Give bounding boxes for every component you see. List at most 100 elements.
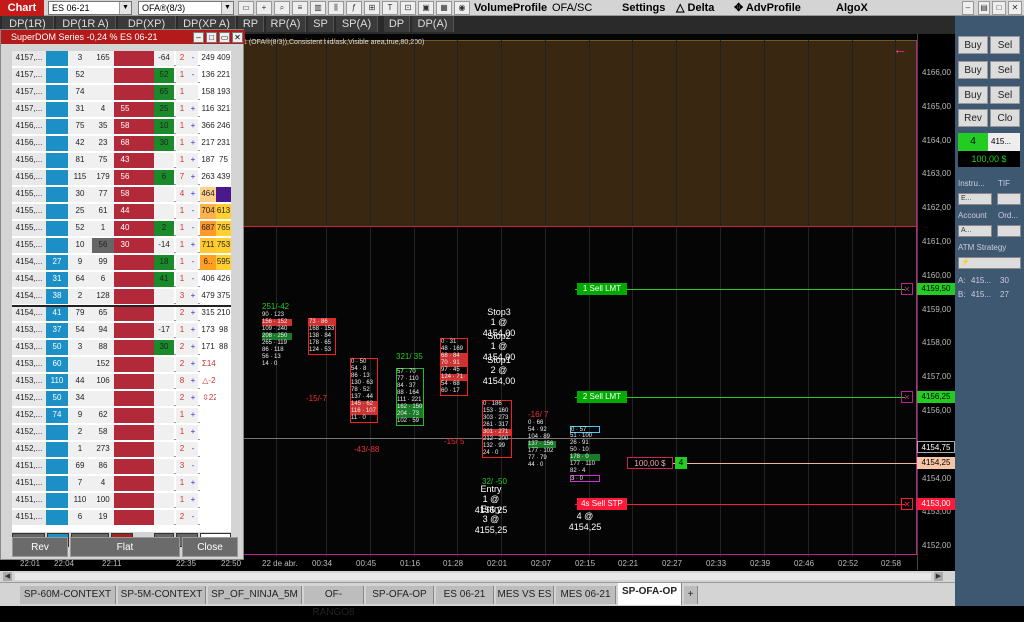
dom-row[interactable]: 4151,... 6 19 2-: [12, 510, 231, 525]
ask-depth-cell[interactable]: [136, 442, 154, 457]
dom-cell-buy[interactable]: 50: [46, 340, 68, 355]
ask-depth-cell[interactable]: [136, 136, 154, 151]
dom-cell-bid[interactable]: 40: [114, 221, 136, 236]
workspace-tab[interactable]: SP-OFA-OP: [618, 583, 682, 605]
ask-depth-cell[interactable]: [136, 476, 154, 491]
dom-cell-buy[interactable]: 27: [46, 255, 68, 270]
dom-cell-ask-sz[interactable]: 52: [68, 221, 92, 236]
dom-cell-bid[interactable]: [114, 323, 136, 338]
sell-stop-button[interactable]: Sel: [990, 86, 1020, 104]
algox-button[interactable]: AlgoX: [836, 1, 868, 15]
dom-cell-ask-sz[interactable]: 3: [68, 340, 92, 355]
dom-ladder[interactable]: 4157,... 3 165 -64 2-249 409 4157,... 52 52 1-136…: [12, 51, 231, 532]
dom-cell-ask[interactable]: 19: [92, 510, 114, 525]
ask-depth-cell[interactable]: [136, 119, 154, 134]
dom-cell-buy[interactable]: [46, 493, 68, 508]
dom-cell-ask-sz[interactable]: 110: [68, 493, 92, 508]
ask-depth-cell[interactable]: [136, 153, 154, 168]
dom-row[interactable]: 4151,... 69 86 3-: [12, 459, 231, 474]
dom-cell-ask-sz[interactable]: 44: [68, 374, 92, 389]
dom-cell-ask[interactable]: 88: [92, 340, 114, 355]
draw-tool-icon[interactable]: ▭: [238, 1, 254, 15]
ask-depth-cell[interactable]: [136, 170, 154, 185]
dom-row[interactable]: 4155,... 30 77 58 4 +464: [12, 187, 231, 202]
dom-row[interactable]: 4156,... 75 35 58 10 1 +366 246: [12, 119, 231, 134]
indicators-icon[interactable]: ƒ: [346, 1, 362, 15]
close-button[interactable]: Close: [182, 537, 238, 557]
dom-cell-ask[interactable]: 6: [92, 272, 114, 287]
close-icon[interactable]: ✕: [232, 32, 243, 43]
tab-dpa[interactable]: DP(A): [412, 16, 454, 32]
dom-cell-ask[interactable]: 23: [92, 136, 114, 151]
chevron-left-icon[interactable]: ◀: [3, 572, 12, 581]
ask-depth-cell[interactable]: [136, 51, 154, 66]
dom-cell-buy[interactable]: [46, 204, 68, 219]
dom-cell-ask[interactable]: 100: [92, 493, 114, 508]
dom-cell-buy[interactable]: [46, 102, 68, 117]
dom-cell-ask-sz[interactable]: 74: [68, 85, 92, 100]
order-label-3[interactable]: 4s Sell STP: [577, 498, 627, 510]
tab-rpa[interactable]: RP(A): [266, 16, 306, 32]
ask-depth-cell[interactable]: [136, 272, 154, 287]
adv-profile-button[interactable]: ✥ AdvProfile: [734, 1, 801, 15]
dom-cell-ask[interactable]: 128: [92, 289, 114, 304]
dom-cell-bid[interactable]: 43: [114, 153, 136, 168]
dom-cell-bid[interactable]: 58: [114, 187, 136, 202]
workspace-tab[interactable]: SP-60M-CONTEXT: [20, 586, 116, 604]
eye-icon[interactable]: ◉: [454, 1, 470, 15]
dom-row[interactable]: 4153,... 37 54 94 -17 1 +173 98: [12, 323, 231, 338]
dom-cell-buy[interactable]: [46, 476, 68, 491]
dom-cell-ask-sz[interactable]: 2: [68, 425, 92, 440]
cancel-order-icon[interactable]: ✕: [901, 283, 913, 295]
dom-cell-bid[interactable]: [114, 306, 136, 321]
ask-depth-cell[interactable]: [136, 187, 154, 202]
dom-cell-ask-sz[interactable]: 9: [68, 255, 92, 270]
cancel-order-icon[interactable]: ✕: [901, 498, 913, 510]
dom-cell-ask[interactable]: 65: [92, 306, 114, 321]
maximize-icon[interactable]: ▭: [219, 32, 230, 43]
dom-cell-ask[interactable]: 77: [92, 187, 114, 202]
dom-cell-bid[interactable]: [114, 357, 136, 372]
workspace-tab[interactable]: SP-OFA-OP: [366, 586, 434, 604]
dom-row[interactable]: 4151,... 7 4 1 +: [12, 476, 231, 491]
dom-cell-ask-sz[interactable]: 7: [68, 476, 92, 491]
dom-cell-ask[interactable]: [92, 391, 114, 406]
dom-cell-ask[interactable]: 99: [92, 255, 114, 270]
tab-dp[interactable]: DP: [384, 16, 410, 32]
dom-cell-buy[interactable]: [46, 153, 68, 168]
dom-cell-ask-sz[interactable]: 54: [68, 323, 92, 338]
dom-cell-buy[interactable]: [46, 85, 68, 100]
dom-cell-ask-sz[interactable]: 64: [68, 272, 92, 287]
ask-depth-cell[interactable]: [136, 374, 154, 389]
tif-select[interactable]: [997, 193, 1021, 205]
dom-cell-ask[interactable]: 75: [92, 153, 114, 168]
dom-cell-ask[interactable]: 165: [92, 51, 114, 66]
dom-cell-ask-sz[interactable]: 69: [68, 459, 92, 474]
ask-depth-cell[interactable]: [136, 221, 154, 236]
dom-cell-ask-sz[interactable]: 2: [68, 289, 92, 304]
dom-cell-bid[interactable]: [114, 476, 136, 491]
sell-limit-button[interactable]: Sel: [990, 61, 1020, 79]
dom-cell-ask-sz[interactable]: 81: [68, 153, 92, 168]
atm-strategy-select[interactable]: ⚡: [958, 257, 1021, 269]
tab-sp[interactable]: SP: [308, 16, 334, 32]
dom-row[interactable]: 4157,... 31 4 55 25 1 +116 321: [12, 102, 231, 117]
dom-cell-buy[interactable]: 37: [46, 323, 68, 338]
dom-cell-ask-sz[interactable]: 30: [68, 187, 92, 202]
add-tab-button[interactable]: +: [684, 586, 698, 604]
dom-cell-bid[interactable]: [114, 408, 136, 423]
workspace-tab[interactable]: MES VS ES: [496, 586, 554, 604]
dom-cell-bid[interactable]: 58: [114, 119, 136, 134]
dom-row[interactable]: 4153,...110441068+△-207..: [12, 374, 231, 389]
dom-cell-bid[interactable]: [114, 272, 136, 287]
ask-depth-cell[interactable]: [136, 102, 154, 117]
dom-row[interactable]: 4157,... 52 52 1-136 221: [12, 68, 231, 83]
dom-row[interactable]: 4154,... 31 64 6 41 1-406 426: [12, 272, 231, 287]
buy-market-button[interactable]: Buy: [958, 36, 988, 54]
ask-depth-cell[interactable]: [136, 459, 154, 474]
dom-row[interactable]: 4151,... 110 100 1 +: [12, 493, 231, 508]
dom-cell-bid[interactable]: [114, 425, 136, 440]
minimize-icon[interactable]: –: [962, 1, 974, 15]
ask-depth-cell[interactable]: [136, 425, 154, 440]
dom-row[interactable]: 4155,... 10 56 30 -14 1 +711 753: [12, 238, 231, 253]
